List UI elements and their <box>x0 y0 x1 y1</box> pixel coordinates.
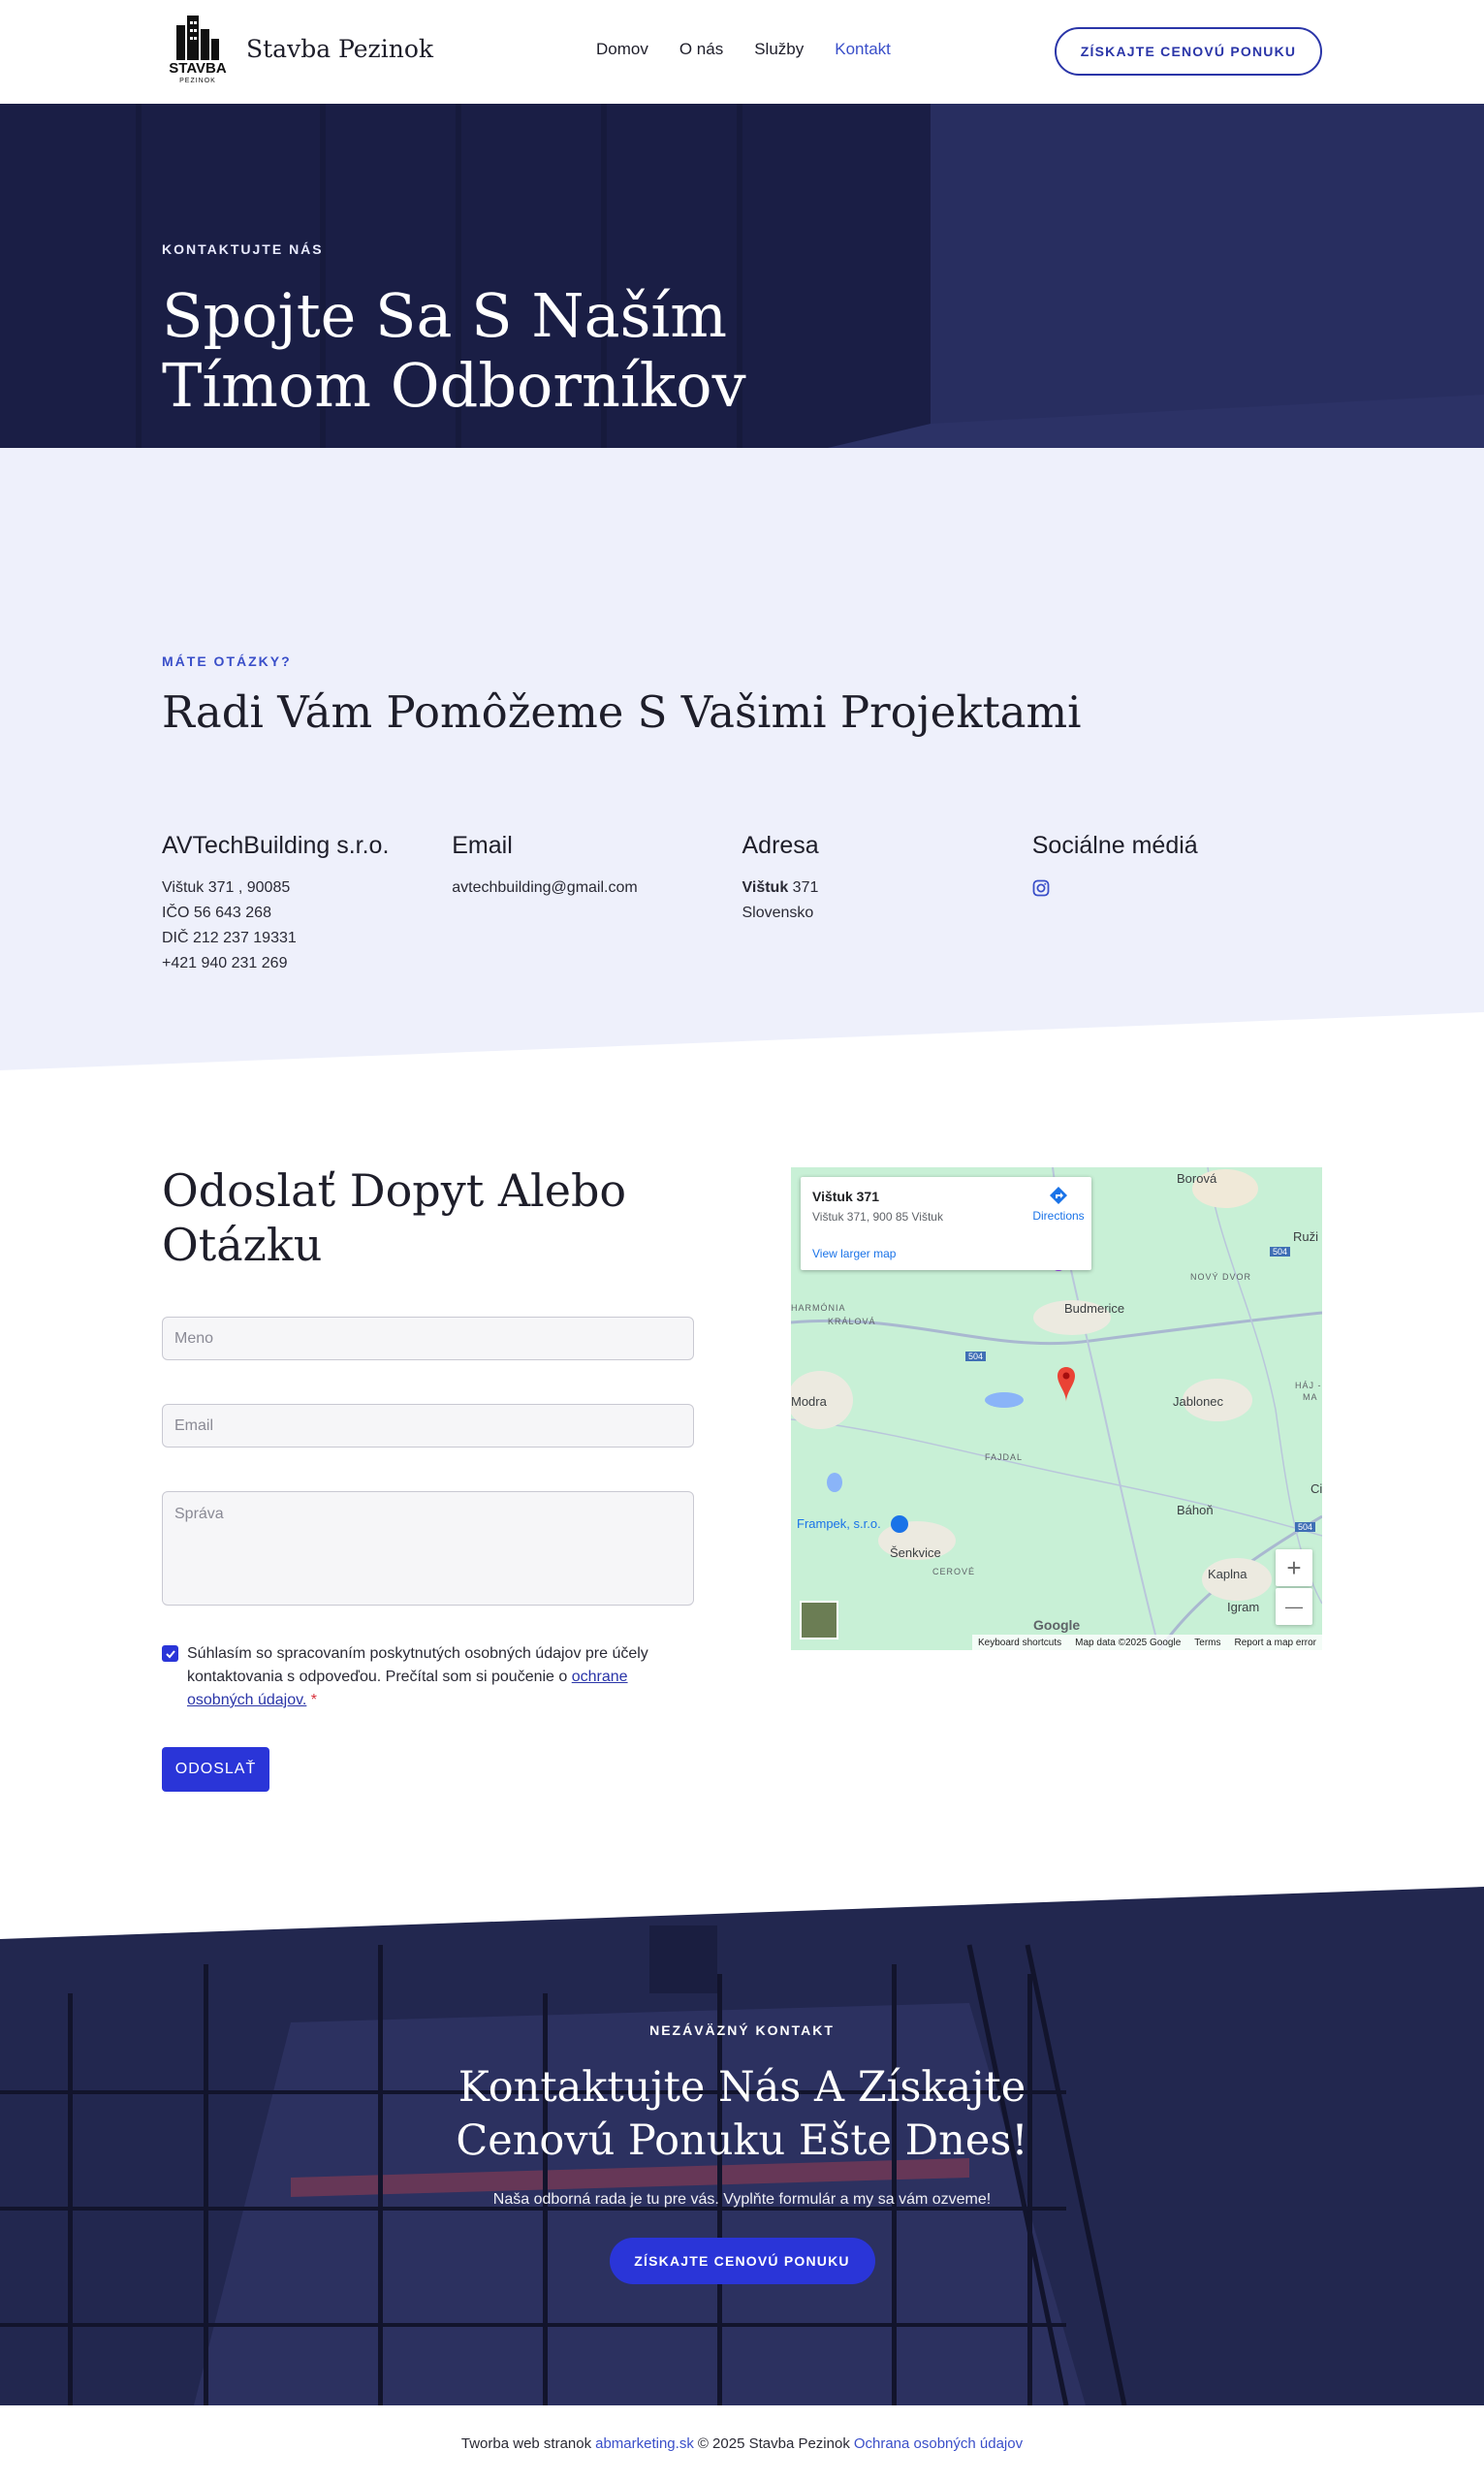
map-label-jablonec: Jablonec <box>1173 1394 1224 1409</box>
map-terms[interactable]: Terms <box>1194 1638 1220 1648</box>
company-ico: IČO 56 643 268 <box>162 905 271 921</box>
map-report-error[interactable]: Report a map error <box>1235 1638 1316 1648</box>
message-textarea[interactable]: Správa <box>162 1491 694 1606</box>
map-label-budmerice: Budmerice <box>1064 1301 1125 1316</box>
consent-checkbox[interactable] <box>162 1645 178 1662</box>
map-road-504-c: 504 <box>1295 1522 1316 1532</box>
consent-text: Súhlasím so spracovaním poskytnutých oso… <box>187 1642 694 1712</box>
map-label-kaplna: Kaplna <box>1208 1567 1247 1581</box>
map-label-kralova: KRÁLOVÁ <box>828 1317 876 1326</box>
email-placeholder: Email <box>174 1416 214 1434</box>
message-placeholder: Správa <box>174 1506 224 1522</box>
map-road-504-b: 504 <box>965 1352 987 1361</box>
cta-content: NEZÁVÄZNÝ KONTAKT Kontaktujte Nás A Získ… <box>0 2022 1484 2284</box>
map-zoom-out[interactable]: — <box>1276 1588 1312 1625</box>
hero-content: KONTAKTUJTE NÁS Spojte Sa S Naším Tímom … <box>162 241 937 421</box>
map-keyboard-shortcuts[interactable]: Keyboard shortcuts <box>978 1638 1061 1648</box>
address-heading: Adresa <box>742 832 819 859</box>
email-input[interactable]: Email <box>162 1404 694 1448</box>
map-road-504-a: 504 <box>1270 1247 1291 1257</box>
footer-privacy-link[interactable]: Ochrana osobných údajov <box>854 2435 1023 2452</box>
cta-title: Kontaktujte Nás A Získajte Cenovú Ponuku… <box>456 2063 1028 2165</box>
instagram-icon[interactable] <box>1032 879 1050 902</box>
address-street: Vištuk 371 <box>742 875 1032 901</box>
info-background <box>0 448 1484 1070</box>
hero-eyebrow: KONTAKTUJTE NÁS <box>162 241 324 257</box>
nav-o-nas[interactable]: O nás <box>679 40 723 59</box>
social-heading: Sociálne médiá <box>1031 832 1198 859</box>
map-footer: Keyboard shortcuts Map data ©2025 Google… <box>971 1635 1322 1650</box>
required-marker: * <box>310 1692 318 1708</box>
social-column: Sociálne médiá <box>1032 832 1322 976</box>
email-column: Email avtechbuilding@gmail.com <box>452 832 742 976</box>
map-larger-link[interactable]: View larger map <box>812 1247 896 1260</box>
brand-name[interactable]: Stavba Pezinok <box>246 35 433 63</box>
name-placeholder: Meno <box>174 1329 214 1347</box>
hero-title: Spojte Sa S Naším Tímom Odborníkov <box>162 280 746 421</box>
site-footer: Tworba web stranok abmarketing.sk © 2025… <box>0 2405 1484 2482</box>
email-value[interactable]: avtechbuilding@gmail.com <box>452 875 742 901</box>
footer-agency-link[interactable]: abmarketing.sk <box>595 2435 694 2452</box>
email-heading: Email <box>452 832 513 859</box>
info-eyebrow: MÁTE OTÁZKY? <box>162 653 292 669</box>
google-logo: Google <box>1033 1617 1081 1633</box>
map-place-title: Vištuk 371 <box>812 1189 880 1204</box>
nav-kontakt[interactable]: Kontakt <box>835 40 891 59</box>
map-directions-label: Directions <box>1032 1209 1085 1223</box>
company-dic: DIČ 212 237 19331 <box>162 930 297 946</box>
cta-eyebrow: NEZÁVÄZNÝ KONTAKT <box>649 2022 835 2038</box>
logo-subtext: PEZINOK <box>179 78 216 84</box>
nav-sluzby[interactable]: Služby <box>754 40 804 59</box>
company-address-line: Vištuk 371 , 90085 <box>162 879 291 896</box>
name-input[interactable]: Meno <box>162 1317 694 1360</box>
cta-section: NEZÁVÄZNÝ KONTAKT Kontaktujte Nás A Získ… <box>0 1887 1484 2405</box>
main-nav: Domov O nás Služby Kontakt <box>596 40 891 59</box>
logo[interactable]: STAVBA PEZINOK <box>163 12 233 89</box>
cta-quote-button[interactable]: ZÍSKAJTE CENOVÚ PONUKU <box>609 2238 875 2284</box>
google-map[interactable]: Borová Ruži Kaštieľ Budmerice NOVÝ DVOR … <box>791 1167 1322 1650</box>
map-label-novy-dvor: NOVÝ DVOR <box>1190 1272 1252 1282</box>
company-heading: AVTechBuilding s.r.o. <box>162 832 390 859</box>
map-label-ci: Ci <box>1310 1481 1322 1496</box>
map-label-modra: Modra <box>791 1394 827 1409</box>
map-place-address: Vištuk 371, 900 85 Vištuk <box>812 1210 943 1224</box>
company-column: AVTechBuilding s.r.o. Vištuk 371 , 90085… <box>162 832 452 976</box>
map-label-frampek: Frampek, s.r.o. <box>797 1516 881 1531</box>
address-country: Slovensko <box>742 905 814 921</box>
address-street-number: 371 <box>788 879 819 896</box>
footer-copyright: © 2025 Stavba Pezinok <box>697 2435 850 2452</box>
info-title: Radi Vám Pomôžeme S Vašimi Projektami <box>162 686 1082 738</box>
company-phone[interactable]: +421 940 231 269 <box>162 951 452 976</box>
directions-icon <box>1050 1187 1067 1204</box>
submit-button[interactable]: ODOSLAŤ <box>162 1747 269 1792</box>
cta-text: Naša odborná rada je tu pre vás. Vyplňte… <box>492 2191 992 2208</box>
nav-domov[interactable]: Domov <box>596 40 648 59</box>
map-label-ruzi: Ruži <box>1293 1229 1319 1244</box>
map-label-igram: Igram <box>1227 1600 1260 1614</box>
logo-text: STAVBA <box>169 60 227 77</box>
address-column: Adresa Vištuk 371 Slovensko <box>742 832 1032 976</box>
map-label-borova: Borová <box>1177 1171 1217 1186</box>
site-header: STAVBA PEZINOK Stavba Pezinok Domov O ná… <box>0 0 1484 104</box>
map-label-fajdal: FAJDAL <box>985 1452 1024 1462</box>
consent-row: Súhlasím so spracovaním poskytnutých oso… <box>162 1642 694 1712</box>
contact-columns: AVTechBuilding s.r.o. Vištuk 371 , 90085… <box>162 832 1322 976</box>
map-label-senkvice: Šenkvice <box>890 1545 941 1560</box>
footer-prefix: Tworba web stranok <box>460 2435 592 2452</box>
map-label-ma: MA <box>1303 1392 1318 1402</box>
form-title: Odoslať Dopyt Alebo Otázku <box>162 1164 627 1271</box>
map-place-card: Vištuk 371 Vištuk 371, 900 85 Vištuk Vie… <box>801 1177 1091 1270</box>
map-label-cerove: CEROVÉ <box>932 1567 976 1576</box>
quote-button[interactable]: ZÍSKAJTE CENOVÚ PONUKU <box>1055 27 1322 76</box>
map-label-haj: HÁJ - <box>1295 1381 1322 1390</box>
address-street-bold: Vištuk <box>742 879 789 896</box>
map-label-bahon: Báhoň <box>1177 1503 1214 1517</box>
map-label-harmonia: HARMÓNIA <box>791 1303 846 1313</box>
map-data-credit: Map data ©2025 Google <box>1075 1637 1182 1648</box>
map-directions-button[interactable]: Directions <box>1031 1185 1086 1223</box>
check-icon <box>165 1649 175 1658</box>
map-zoom-in[interactable]: + <box>1276 1549 1312 1586</box>
